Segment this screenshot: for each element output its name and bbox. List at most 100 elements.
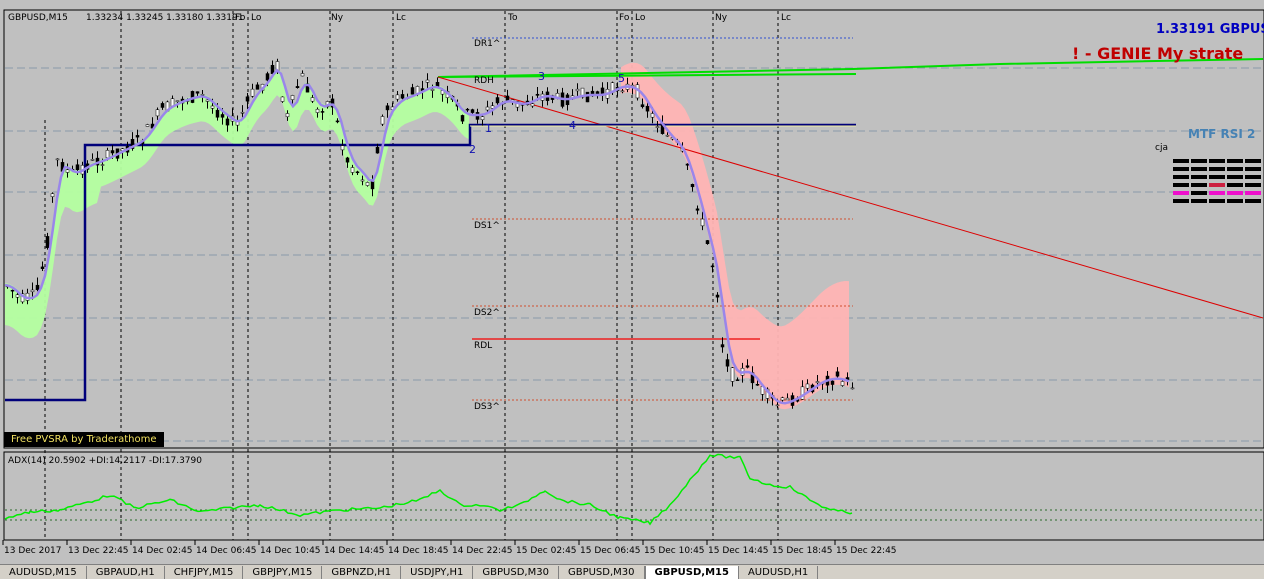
mtf-cell xyxy=(1191,183,1207,187)
candle-body xyxy=(35,284,40,290)
candle-body xyxy=(785,397,790,401)
chart-tab[interactable]: AUDUSD,M15 xyxy=(0,566,87,579)
mtf-cell xyxy=(1227,183,1243,187)
candle-body xyxy=(100,164,105,166)
session-label: Ny xyxy=(715,13,728,23)
candle-body xyxy=(360,179,365,182)
chart-tab[interactable]: AUDUSD,H1 xyxy=(738,566,819,579)
candle-body xyxy=(730,367,735,382)
wave-label: 1 xyxy=(485,122,492,135)
candle-body xyxy=(640,104,645,108)
chart-tab[interactable]: GBPJPY,M15 xyxy=(243,566,323,579)
candle-body xyxy=(745,365,750,368)
candle-body xyxy=(720,344,725,348)
x-axis-label: 15 Dec 22:45 xyxy=(836,546,897,556)
candle-body xyxy=(410,87,415,95)
candle-body xyxy=(695,208,700,211)
chart-tab[interactable]: GBPUSD,M15 xyxy=(644,566,739,579)
candle-body xyxy=(485,106,490,111)
candle-body xyxy=(700,218,705,227)
pivot-label: DS1^ xyxy=(474,221,500,231)
candle-body xyxy=(370,181,375,190)
candle-body xyxy=(45,236,50,249)
x-axis-label: 14 Dec 06:45 xyxy=(196,546,257,556)
candle-body xyxy=(90,159,95,161)
mtf-cell xyxy=(1209,167,1225,171)
session-label: Lc xyxy=(781,13,791,23)
mtf-cell xyxy=(1227,159,1243,163)
candle-body xyxy=(710,265,715,268)
candle-body xyxy=(240,111,245,114)
mtf-cell xyxy=(1245,175,1261,179)
candle-body xyxy=(725,359,730,367)
current-price-text: 1.33191 GBPUS xyxy=(1156,22,1264,37)
session-label: To xyxy=(507,13,518,23)
price-chart-canvas[interactable]: Fo Lo Ny Lc To Fo Lo Ny LcGBPUSD,M15 1.33234 1.33… xyxy=(0,0,1264,564)
candle-body xyxy=(780,397,785,401)
chart-tab[interactable]: GBPNZD,H1 xyxy=(322,566,402,579)
chart-tab[interactable]: CHFJPY,M15 xyxy=(164,566,244,579)
candle-body xyxy=(315,108,320,113)
mtf-rsi-title: MTF RSI 2 xyxy=(1188,127,1256,141)
candle-body xyxy=(105,150,110,159)
candle-body xyxy=(210,105,215,109)
mtf-cell xyxy=(1245,199,1261,203)
mtf-cell xyxy=(1227,191,1243,195)
mtf-cell xyxy=(1173,191,1189,195)
candle-body xyxy=(50,193,55,197)
mtf-cell xyxy=(1209,191,1225,195)
candle-body xyxy=(280,96,285,102)
mtf-cell xyxy=(1191,191,1207,195)
chart-tabs-bar: AUDUSD,M15 GBPAUD,H1 CHFJPY,M15 GBPJPY,M15 G… xyxy=(0,564,1264,579)
chart-tab[interactable]: GBPAUD,H1 xyxy=(86,566,165,579)
chart-tab[interactable]: GBPUSD,M30 xyxy=(473,566,559,579)
candle-body xyxy=(830,380,835,385)
candle-body xyxy=(480,116,485,120)
candle-body xyxy=(495,97,500,104)
candle-body xyxy=(365,182,370,186)
candle-body xyxy=(460,115,465,122)
candle-body xyxy=(345,157,350,163)
pvsra-badge: Free PVSRA by Traderathome xyxy=(4,432,164,447)
genie-indicator-title: ! - GENIE My strate xyxy=(1072,44,1244,63)
mtf-cell xyxy=(1173,167,1189,171)
chart-tab[interactable]: GBPUSD,M30 xyxy=(558,566,645,579)
mtf-cell xyxy=(1209,199,1225,203)
mtf-row xyxy=(1173,173,1263,181)
candle-body xyxy=(735,379,740,381)
session-label: Lo xyxy=(251,13,262,23)
candle-body xyxy=(655,126,660,128)
candle-body xyxy=(250,88,255,97)
x-axis-label: 13 Dec 2017 xyxy=(4,546,62,556)
x-axis-label: 15 Dec 02:45 xyxy=(516,546,577,556)
candle-body xyxy=(295,86,300,88)
candle-body xyxy=(135,135,140,138)
candle-body xyxy=(690,184,695,188)
candle-body xyxy=(585,91,590,103)
candle-body xyxy=(505,95,510,102)
mt4-chart-window: Fo Lo Ny Lc To Fo Lo Ny Lc GBPUSD,M15 1.33234 1.33… xyxy=(0,0,1264,579)
session-label: Lo xyxy=(635,13,646,23)
chart-tab[interactable]: USDJPY,H1 xyxy=(401,566,474,579)
mtf-cell xyxy=(1191,159,1207,163)
candle-body xyxy=(310,97,315,102)
candle-body xyxy=(195,91,200,94)
wave-label: 2 xyxy=(469,143,476,156)
adx-label: ADX(14) 20.5902 +DI:14.2117 -DI:17.3790 xyxy=(8,456,202,466)
candle-body xyxy=(435,82,440,87)
mtf-cell xyxy=(1245,159,1261,163)
candle-body xyxy=(265,73,270,81)
candle-body xyxy=(55,158,60,161)
candle-body xyxy=(255,84,260,90)
mtf-cell xyxy=(1191,167,1207,171)
mtf-row xyxy=(1173,181,1263,189)
mtf-cell xyxy=(1245,191,1261,195)
candle-body xyxy=(815,381,820,384)
x-axis-label: 14 Dec 14:45 xyxy=(324,546,385,556)
candle-body xyxy=(380,116,385,125)
candle-body xyxy=(850,387,855,390)
mtf-row xyxy=(1173,157,1263,165)
candle-body xyxy=(385,105,390,111)
mtf-row xyxy=(1173,197,1263,205)
candle-body xyxy=(665,134,670,137)
